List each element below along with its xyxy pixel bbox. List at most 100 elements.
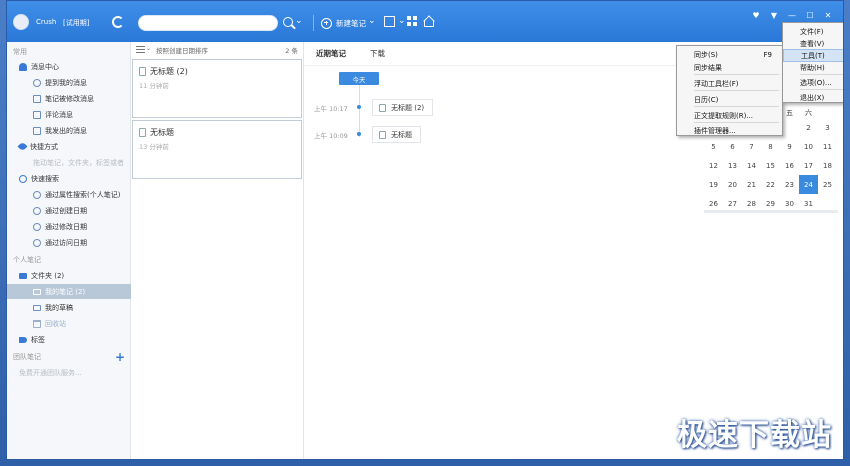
sidebar-item-sent[interactable]: 我发出的消息 — [7, 123, 131, 138]
calendar-day[interactable]: 25 — [818, 175, 837, 194]
calendar-day[interactable]: 19 — [704, 175, 723, 194]
calendar-day[interactable]: 21 — [742, 175, 761, 194]
folder-icon — [33, 288, 41, 295]
sync-icon[interactable] — [112, 16, 124, 28]
sidebar-item-label: 评论消息 — [45, 110, 73, 119]
tools-menu-item[interactable]: 插件管理器... — [677, 124, 782, 137]
close-icon[interactable]: ✕ — [823, 11, 833, 20]
calendar-day[interactable]: 18 — [818, 156, 837, 175]
calendar-day[interactable]: 12 — [704, 156, 723, 175]
sidebar-item-recycle[interactable]: 回收站 — [7, 316, 131, 331]
main-menu-item[interactable]: 退出(X) — [783, 91, 843, 104]
sidebar-item-by-modified[interactable]: 通过修改日期 — [7, 219, 131, 234]
sidebar-item-mentions[interactable]: 提到我的消息 — [7, 75, 131, 90]
username[interactable]: Crush — [36, 18, 56, 26]
sidebar-item-folders[interactable]: 文件夹 (2) — [7, 268, 131, 283]
sidebar-item-quick-search[interactable]: 快速搜索 — [7, 171, 131, 186]
grid-view-icon[interactable] — [407, 16, 418, 27]
calendar-day[interactable]: 9 — [780, 137, 799, 156]
sidebar-item-messages[interactable]: 消息中心 — [7, 59, 131, 74]
calendar-day[interactable]: 7 — [742, 137, 761, 156]
timeline-note[interactable]: 无标题 (2) — [372, 99, 434, 116]
calendar-day[interactable]: 2 — [799, 118, 818, 137]
search-input[interactable] — [147, 18, 267, 29]
comment-icon — [33, 126, 41, 135]
calendar-day[interactable]: 23 — [780, 175, 799, 194]
sidebar-item-drafts[interactable]: 我的草稿 — [7, 300, 131, 315]
rocket-icon — [17, 141, 28, 152]
sidebar-item-by-visited[interactable]: 通过访问日期 — [7, 235, 131, 250]
calendar-day[interactable]: 20 — [723, 175, 742, 194]
home-icon[interactable] — [423, 16, 434, 27]
sort-icon[interactable] — [136, 46, 145, 53]
new-note-label: 新建笔记 — [336, 18, 366, 28]
calendar-day[interactable]: 14 — [742, 156, 761, 175]
today-button[interactable]: 今天 — [339, 72, 379, 85]
team-hint[interactable]: 免费开通团队服务... — [7, 365, 131, 380]
search-icon — [19, 174, 27, 183]
note-card[interactable]: 无标题 (2) 11 分钟前 — [132, 59, 302, 118]
calendar-day[interactable]: 15 — [761, 156, 780, 175]
tools-menu-item[interactable]: 同步结果 — [677, 61, 782, 74]
calendar-day[interactable]: 8 — [761, 137, 780, 156]
menu-item-label: 选项(O)... — [800, 78, 832, 87]
window-controls: ♥ ▼ — ☐ ✕ — [751, 11, 833, 20]
menu-item-label: 插件管理器... — [694, 126, 736, 135]
timeline-note-title: 无标题 — [391, 130, 412, 139]
main-menu-item[interactable]: 选项(O)... — [783, 76, 843, 89]
tab-recent-notes[interactable]: 近期笔记 — [316, 48, 346, 59]
sidebar-item-label: 标签 — [31, 335, 45, 344]
tag-icon — [19, 336, 27, 343]
calendar-day[interactable]: 5 — [704, 137, 723, 156]
menu-separator — [800, 74, 843, 75]
sidebar-section-team: 团队笔记 + — [13, 349, 125, 364]
calendar-day[interactable]: 24 — [799, 175, 818, 194]
sidebar-item-by-created[interactable]: 通过创建日期 — [7, 203, 131, 218]
tools-menu-item[interactable]: 同步(S) F9 — [677, 48, 782, 61]
minimize-icon[interactable]: — — [787, 11, 797, 20]
calendar-day[interactable]: 22 — [761, 175, 780, 194]
shirt-icon[interactable]: ♥ — [751, 11, 761, 20]
menu-dropdown-icon[interactable]: ▼ — [769, 11, 779, 20]
new-note-chevron-down-icon[interactable]: ⌄ — [368, 16, 376, 26]
calendar-day[interactable]: 6 — [723, 137, 742, 156]
folder-icon — [19, 272, 27, 279]
resize-icon[interactable] — [384, 16, 395, 27]
sort-chevron-down-icon[interactable]: ⌄ — [146, 45, 151, 52]
add-team-plus-icon[interactable]: + — [115, 350, 125, 364]
tools-menu-item[interactable]: 正文提取规则(R)... — [677, 109, 782, 122]
new-note-button[interactable]: 新建笔记 — [321, 15, 366, 31]
sidebar-item-by-attr[interactable]: 通过属性搜索(个人笔记) — [7, 187, 131, 202]
avatar[interactable] — [13, 14, 29, 30]
sidebar-item-modified[interactable]: 笔记被修改消息 — [7, 91, 131, 106]
search-icon[interactable] — [283, 17, 293, 27]
note-list-header: ⌄ 按照创建日期排序 2 条 — [131, 42, 304, 57]
calendar-day[interactable]: 10 — [799, 137, 818, 156]
sidebar-item-comments[interactable]: 评论消息 — [7, 107, 131, 122]
calendar-day[interactable]: 16 — [780, 156, 799, 175]
calendar-day[interactable]: 13 — [723, 156, 742, 175]
tools-menu-item[interactable]: 浮动工具栏(F) — [677, 77, 782, 90]
sort-label[interactable]: 按照创建日期排序 — [156, 45, 208, 55]
sidebar-item-tags[interactable]: 标签 — [7, 332, 131, 347]
sidebar-item-my-notes[interactable]: 我的笔记 (2) — [7, 284, 131, 299]
resize-chevron-down-icon[interactable]: ⌄ — [398, 16, 406, 26]
timeline-note[interactable]: 无标题 — [372, 126, 421, 143]
note-card[interactable]: 无标题 13 分钟前 — [132, 120, 302, 179]
maximize-icon[interactable]: ☐ — [805, 11, 815, 20]
search-dropdown-chevron-down-icon[interactable]: ⌄ — [295, 16, 303, 26]
main-menu-item[interactable]: 帮助(H)▶ — [783, 61, 843, 74]
menu-separator — [694, 106, 779, 107]
watermark: 极速下载站 — [677, 418, 832, 453]
sidebar-item-shortcuts[interactable]: 快捷方式 — [7, 139, 131, 154]
tools-menu-item[interactable]: 日历(C) — [677, 93, 782, 106]
calendar-bottom-bar — [704, 210, 838, 213]
search-box[interactable] — [138, 15, 278, 31]
tab-download[interactable]: 下载 — [370, 48, 385, 59]
sidebar-item-label: 消息中心 — [31, 62, 59, 71]
calendar-day[interactable]: 11 — [818, 137, 837, 156]
calendar-day[interactable]: 17 — [799, 156, 818, 175]
calendar-day[interactable]: 3 — [818, 118, 837, 137]
menu-separator — [694, 74, 779, 75]
note-time: 11 分钟前 — [139, 82, 169, 90]
